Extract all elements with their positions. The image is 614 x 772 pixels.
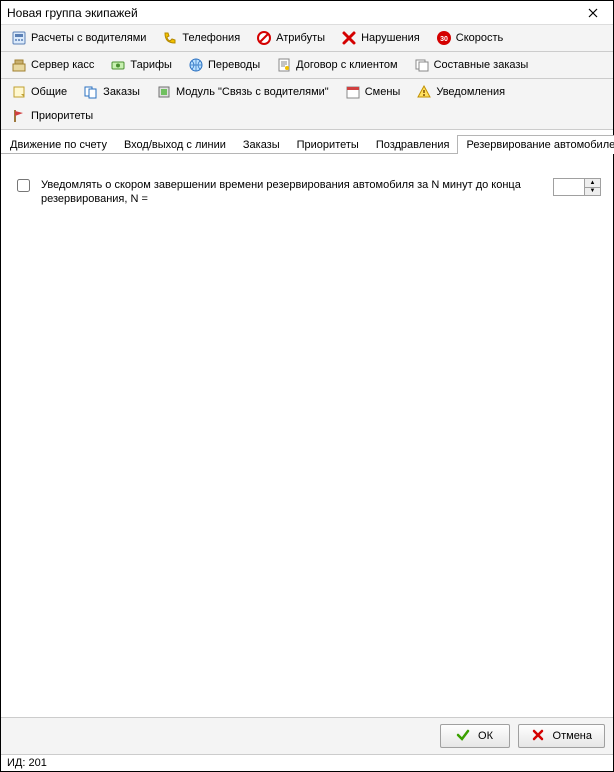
svg-text:30: 30: [440, 36, 448, 43]
tab-content: Уведомлять о скором завершении времени р…: [1, 154, 613, 717]
warning-icon: [416, 84, 432, 100]
notify-reservation-row: Уведомлять о скором завершении времени р…: [13, 178, 601, 206]
notify-reservation-checkbox[interactable]: [17, 179, 30, 192]
tab-account-movement[interactable]: Движение по счету: [1, 135, 116, 154]
phone-icon: [162, 30, 178, 46]
speed-icon: 30: [436, 30, 452, 46]
tool-label: Уведомления: [436, 86, 505, 98]
tool-tariffs[interactable]: Тарифы: [103, 54, 179, 76]
ok-button[interactable]: ОК: [440, 724, 510, 748]
tool-violations[interactable]: Нарушения: [334, 27, 427, 49]
minutes-input[interactable]: [554, 179, 584, 195]
tool-label: Договор с клиентом: [296, 59, 397, 71]
tool-label: Атрибуты: [276, 32, 325, 44]
tool-label: Расчеты с водителями: [31, 32, 146, 44]
tool-priorities[interactable]: Приоритеты: [4, 105, 100, 127]
tool-label: Переводы: [208, 59, 260, 71]
subtab-row: Движение по счету Вход/выход с линии Зак…: [1, 130, 613, 154]
tool-label: Телефония: [182, 32, 240, 44]
status-id: ИД: 201: [7, 757, 47, 769]
tool-label: Заказы: [103, 86, 140, 98]
orders-icon: [83, 84, 99, 100]
spin-down-button[interactable]: ▼: [585, 188, 600, 196]
forbidden-icon: [256, 30, 272, 46]
ok-label: ОК: [478, 730, 493, 742]
note-icon: [11, 84, 27, 100]
tool-shifts[interactable]: Смены: [338, 81, 408, 103]
tool-common[interactable]: Общие: [4, 81, 74, 103]
tab-line-inout[interactable]: Вход/выход с линии: [115, 135, 235, 154]
tool-label: Составные заказы: [434, 59, 529, 71]
cancel-label: Отмена: [553, 730, 592, 742]
tab-car-reservation[interactable]: Резервирование автомобилей: [457, 135, 614, 154]
tool-drivers-payments[interactable]: Расчеты с водителями: [4, 27, 153, 49]
cancel-button[interactable]: Отмена: [518, 724, 605, 748]
notify-reservation-label: Уведомлять о скором завершении времени р…: [41, 178, 545, 206]
tool-attributes[interactable]: Атрибуты: [249, 27, 332, 49]
tab-orders[interactable]: Заказы: [234, 135, 289, 154]
tool-label: Скорость: [456, 32, 504, 44]
tool-label: Тарифы: [130, 59, 172, 71]
tool-label: Смены: [365, 86, 401, 98]
minutes-spin[interactable]: ▲ ▼: [553, 178, 601, 196]
calendar-icon: [345, 84, 361, 100]
module-icon: [156, 84, 172, 100]
tool-cash-server[interactable]: Сервер касс: [4, 54, 101, 76]
tool-contract[interactable]: Договор с клиентом: [269, 54, 404, 76]
tool-orders[interactable]: Заказы: [76, 81, 147, 103]
tool-compound-orders[interactable]: Составные заказы: [407, 54, 536, 76]
cash-register-icon: [11, 57, 27, 73]
money-icon: [110, 57, 126, 73]
toolbar-row-3: Общие Заказы Модуль "Связь с водителями"…: [1, 79, 613, 130]
tool-label: Сервер касс: [31, 59, 94, 71]
tool-label: Приоритеты: [31, 110, 93, 122]
toolbar-row-2: Сервер касс Тарифы Переводы Договор с кл…: [1, 52, 613, 79]
tab-congrats[interactable]: Поздравления: [367, 135, 459, 154]
status-bar: ИД: 201: [1, 754, 613, 771]
stack-icon: [414, 57, 430, 73]
tool-driver-module[interactable]: Модуль "Связь с водителями": [149, 81, 336, 103]
titlebar: Новая группа экипажей: [1, 1, 613, 25]
spin-up-button[interactable]: ▲: [585, 179, 600, 188]
dialog-footer: ОК Отмена: [1, 717, 613, 754]
tool-label: Общие: [31, 86, 67, 98]
contract-icon: [276, 57, 292, 73]
tool-notifications[interactable]: Уведомления: [409, 81, 512, 103]
toolbar-row-1: Расчеты с водителями Телефония Атрибуты …: [1, 25, 613, 52]
tool-label: Модуль "Связь с водителями": [176, 86, 329, 98]
flag-icon: [11, 108, 27, 124]
tool-label: Нарушения: [361, 32, 420, 44]
close-button[interactable]: [577, 3, 609, 23]
tool-telephony[interactable]: Телефония: [155, 27, 247, 49]
calculator-icon: [11, 30, 27, 46]
cross-icon: [341, 30, 357, 46]
globe-icon: [188, 57, 204, 73]
check-icon: [456, 728, 472, 744]
cancel-icon: [531, 728, 547, 744]
tool-translations[interactable]: Переводы: [181, 54, 267, 76]
tab-priorities[interactable]: Приоритеты: [288, 135, 368, 154]
tool-speed[interactable]: 30 Скорость: [429, 27, 511, 49]
window-title: Новая группа экипажей: [7, 6, 138, 20]
